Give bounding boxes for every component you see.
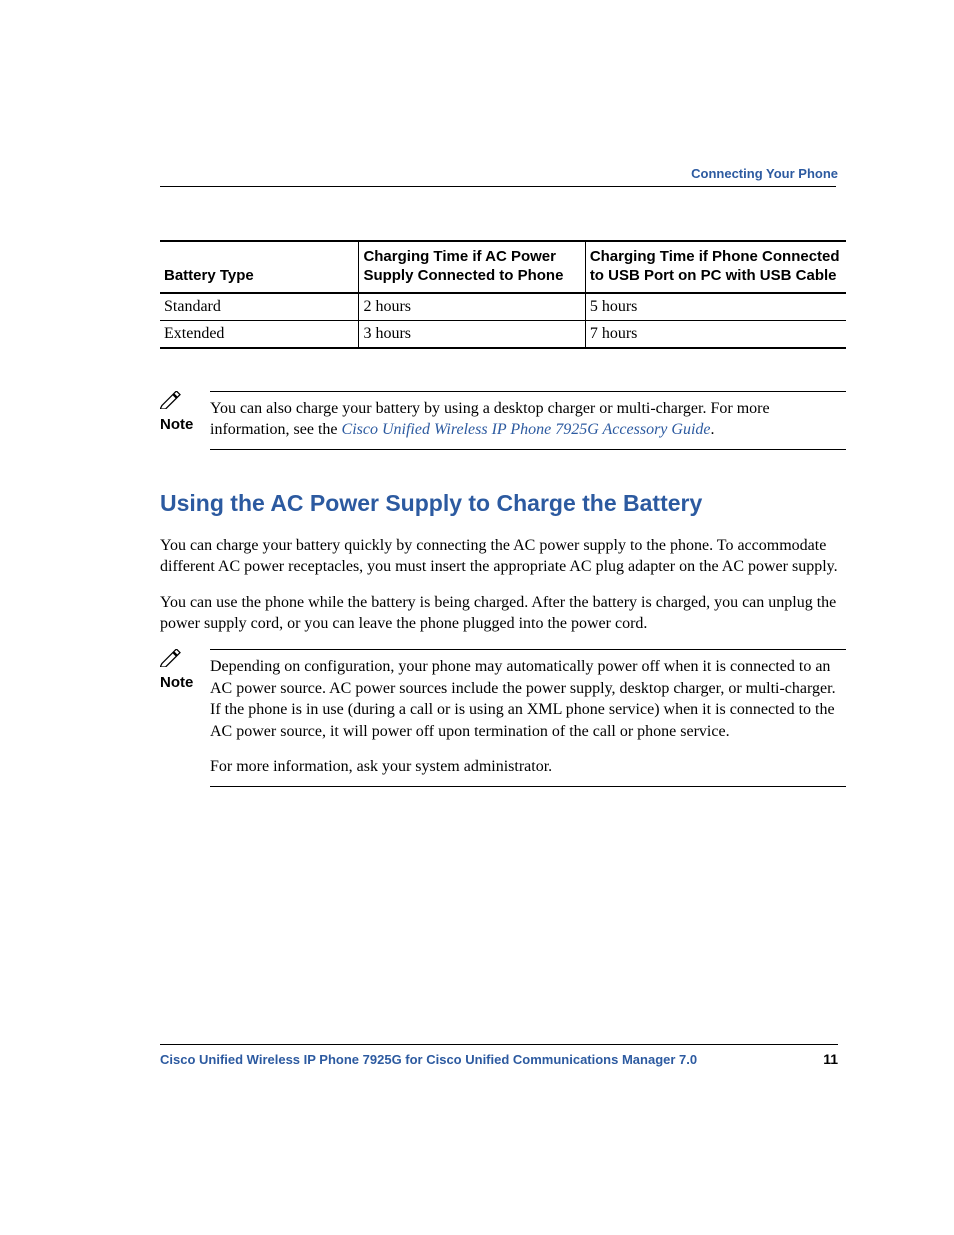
running-head-rule (160, 186, 836, 187)
note-block-2: Note Depending on configuration, your ph… (160, 649, 846, 787)
table-row: Extended 3 hours 7 hours (160, 320, 846, 348)
running-head: Connecting Your Phone (691, 166, 838, 181)
note-label: Note (160, 674, 193, 691)
section-heading: Using the AC Power Supply to Charge the … (160, 490, 846, 517)
body-paragraph-1: You can charge your battery quickly by c… (160, 535, 846, 578)
table-header-battery-type: Battery Type (160, 241, 359, 293)
note-text: You can also charge your battery by usin… (210, 398, 846, 441)
note-block-1: Note You can also charge your battery by… (160, 391, 846, 450)
content-area: Battery Type Charging Time if AC Power S… (160, 240, 846, 787)
note-text-after: . (711, 421, 715, 438)
table-cell: Extended (160, 320, 359, 348)
accessory-guide-link[interactable]: Cisco Unified Wireless IP Phone 7925G Ac… (342, 421, 711, 438)
table-cell: 7 hours (585, 320, 846, 348)
table-row: Standard 2 hours 5 hours (160, 293, 846, 321)
table-cell: 2 hours (359, 293, 585, 321)
note-label-wrap: Note (160, 391, 210, 434)
page-footer: Cisco Unified Wireless IP Phone 7925G fo… (160, 1044, 838, 1067)
note-label: Note (160, 416, 193, 433)
footer-page-number: 11 (823, 1051, 838, 1067)
note-text-p2: For more information, ask your system ad… (210, 756, 846, 778)
body-paragraph-2: You can use the phone while the battery … (160, 592, 846, 635)
footer-doc-title: Cisco Unified Wireless IP Phone 7925G fo… (160, 1052, 697, 1067)
table-header-ac-time: Charging Time if AC Power Supply Connect… (359, 241, 585, 293)
charging-time-table: Battery Type Charging Time if AC Power S… (160, 240, 846, 349)
table-header-usb-time: Charging Time if Phone Connected to USB … (585, 241, 846, 293)
note-body: You can also charge your battery by usin… (210, 391, 846, 450)
table-cell: 5 hours (585, 293, 846, 321)
table-cell: 3 hours (359, 320, 585, 348)
table-cell: Standard (160, 293, 359, 321)
note-label-wrap: Note (160, 649, 210, 692)
page: Connecting Your Phone Battery Type Charg… (0, 0, 954, 1235)
note-text-p1: Depending on configuration, your phone m… (210, 656, 846, 742)
pencil-icon (160, 649, 210, 672)
note-body: Depending on configuration, your phone m… (210, 649, 846, 787)
pencil-icon (160, 391, 210, 414)
table-header-row: Battery Type Charging Time if AC Power S… (160, 241, 846, 293)
